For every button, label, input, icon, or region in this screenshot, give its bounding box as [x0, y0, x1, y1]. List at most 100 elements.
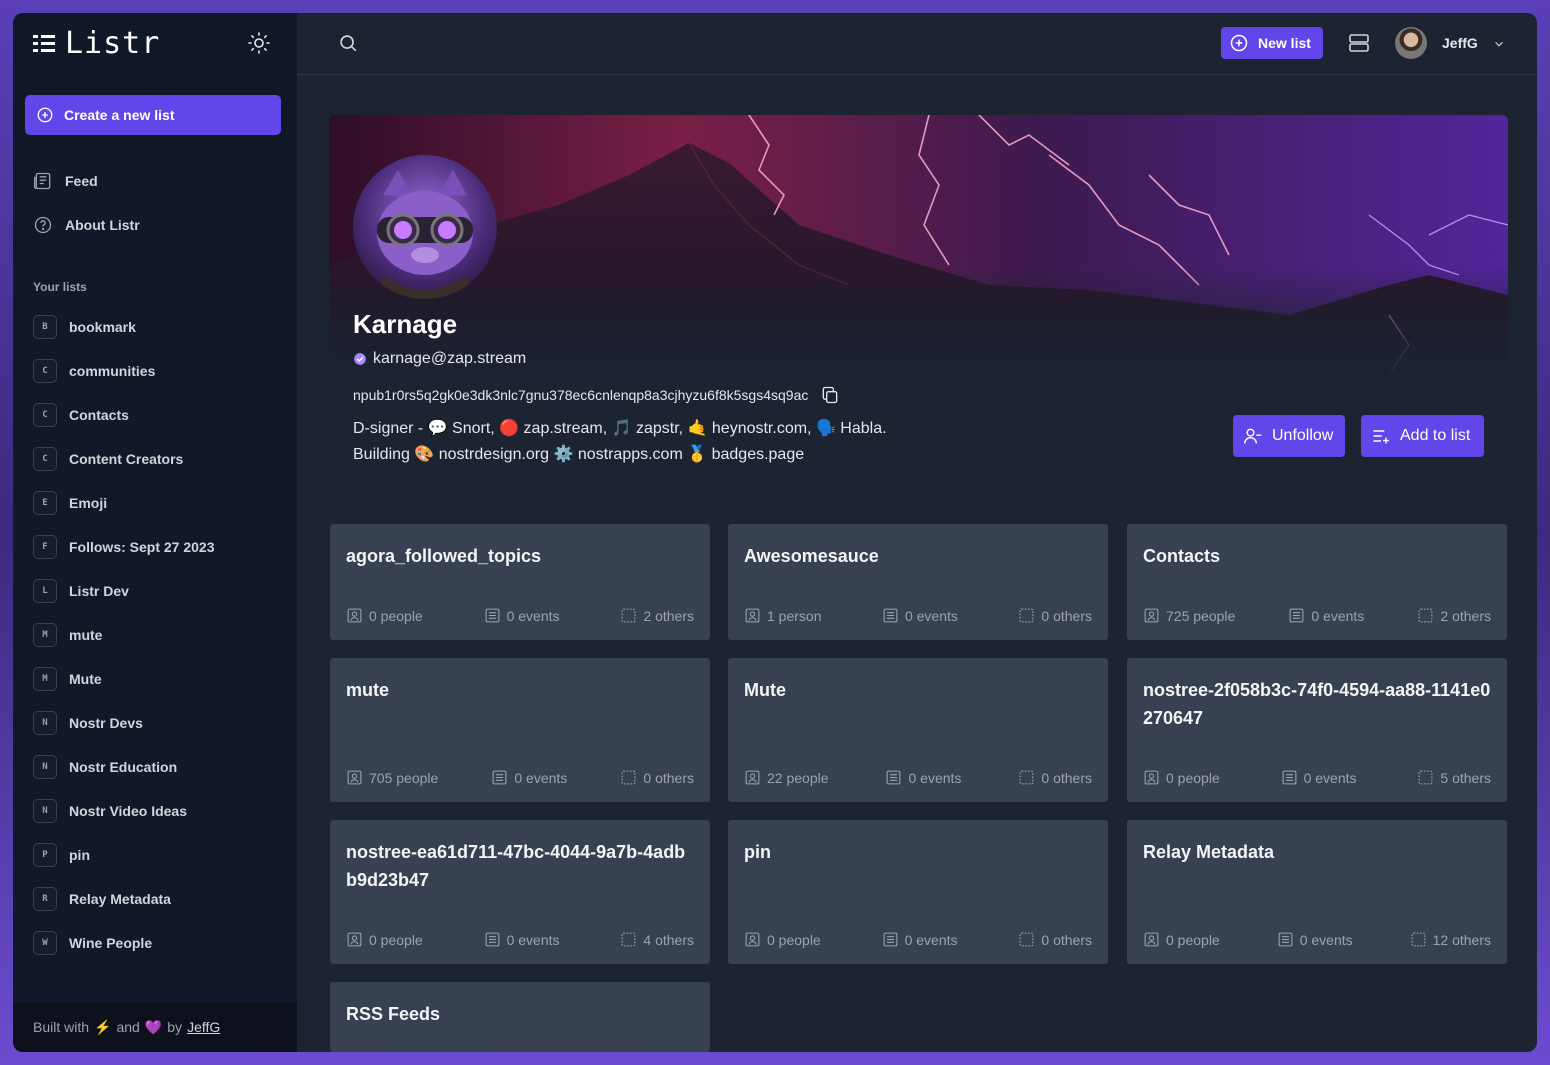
sidebar-list-item[interactable]: Mmute [33, 623, 102, 647]
sidebar-item-label: About Listr [65, 217, 140, 233]
sidebar-list-item[interactable]: C Contacts [33, 403, 129, 427]
unfollow-button[interactable]: Unfollow [1233, 415, 1345, 457]
list-card-stats: 725 people 0 events 2 others [1143, 607, 1491, 624]
sidebar-list-item[interactable]: Ccommunities [33, 359, 155, 383]
list-card-stats: 705 people 0 events 0 others [346, 769, 694, 786]
list-card-title: nostree-ea61d711-47bc-4044-9a7b-4adbb9d2… [346, 842, 686, 890]
others-count-text: 12 others [1432, 931, 1491, 948]
profile-avatar [353, 155, 497, 299]
sidebar-list-item[interactable]: R Relay Metadata [33, 887, 171, 911]
people-icon [346, 769, 363, 786]
events-icon [885, 769, 902, 786]
others-count: 0 others [1018, 931, 1092, 948]
list-initial-badge: R [33, 887, 57, 911]
list-card[interactable]: pin 0 people 0 events 0 others [728, 820, 1108, 964]
search-icon[interactable] [337, 32, 359, 54]
sidebar-list-item[interactable]: M Mute [33, 667, 102, 691]
people-count-text: 0 people [369, 607, 423, 624]
sidebar-list-item[interactable]: W Wine People [33, 931, 152, 955]
list-card-stats: 0 people 0 events 0 others [744, 931, 1092, 948]
list-initial-badge: F [33, 535, 57, 559]
listr-logo[interactable]: Listr [33, 29, 160, 59]
people-icon [1143, 931, 1160, 948]
events-count: 0 events [1277, 931, 1353, 948]
list-card-title: Relay Metadata [1143, 842, 1275, 862]
people-icon [744, 931, 761, 948]
chevron-down-icon[interactable] [1492, 37, 1506, 51]
sidebar-item-about[interactable]: About Listr [33, 215, 140, 235]
list-card-title: mute [346, 680, 390, 700]
new-list-button[interactable]: New list [1221, 27, 1323, 59]
list-initial-badge: N [33, 755, 57, 779]
sidebar-list-item[interactable]: E Emoji [33, 491, 107, 515]
events-icon [484, 607, 501, 624]
sidebar-list-label: Nostr Devs [69, 715, 143, 731]
people-count: 705 people [346, 769, 438, 786]
heart-emoji-icon: 💜 [144, 1018, 163, 1035]
events-icon [1288, 607, 1305, 624]
verified-badge-icon [354, 353, 366, 365]
sidebar-list-item[interactable]: L Listr Dev [33, 579, 129, 603]
list-card[interactable]: Contacts 725 people 0 events 2 others [1127, 524, 1507, 640]
list-card-title: Contacts [1143, 546, 1221, 566]
others-count: 5 others [1417, 769, 1491, 786]
people-count: 0 people [346, 607, 423, 624]
author-link[interactable]: JeffG [187, 1019, 220, 1035]
others-count: 0 others [1018, 607, 1092, 624]
people-count: 725 people [1143, 607, 1235, 624]
sidebar-list-item[interactable]: Ppin [33, 843, 90, 867]
sidebar-list-item[interactable]: F Follows: Sept 27 2023 [33, 535, 215, 559]
people-icon [346, 931, 363, 948]
sidebar-list-label: communities [69, 363, 156, 379]
others-count: 4 others [620, 931, 694, 948]
others-icon [620, 607, 637, 624]
people-count: 0 people [744, 931, 821, 948]
sidebar-item-feed[interactable]: Feed [33, 171, 98, 191]
list-initial-badge: M [33, 667, 57, 691]
people-count-text: 0 people [767, 931, 821, 948]
list-initial-badge: N [33, 799, 57, 823]
events-icon [882, 607, 899, 624]
theme-toggle-icon[interactable] [247, 31, 271, 55]
sidebar-list-item[interactable]: Bbookmark [33, 315, 136, 339]
list-card[interactable]: Mute 22 people 0 events 0 others [728, 658, 1108, 802]
logo-list-icon [33, 34, 55, 54]
people-count-text: 725 people [1166, 607, 1236, 624]
sidebar-list-label: mute [69, 627, 103, 643]
list-initial-badge: C [33, 359, 57, 383]
app-name: Listr [65, 26, 161, 61]
events-count-text: 0 events [1299, 931, 1353, 948]
events-count-text: 0 events [506, 607, 560, 624]
create-new-list-button[interactable]: Create a new list [25, 95, 281, 135]
sidebar-list-item[interactable]: N Nostr Devs [33, 711, 143, 735]
list-card-stats: 0 people 0 events 12 others [1143, 931, 1491, 948]
people-count-text: 22 people [767, 769, 829, 786]
layout-toggle-icon[interactable] [1347, 31, 1371, 55]
events-count-text: 0 events [904, 607, 958, 624]
list-card[interactable]: agora_followed_topics 0 people 0 events 2 o… [330, 524, 710, 640]
new-list-label: New list [1258, 35, 1311, 51]
events-count-text: 0 events [1303, 769, 1357, 786]
list-card[interactable]: nostree-2f058b3c-74f0-4594-aa88-1141e027… [1127, 658, 1507, 802]
events-count: 0 events [491, 769, 567, 786]
sidebar-list-label: bookmark [69, 319, 136, 335]
list-card[interactable]: Awesomesauce 1 person 0 events 0 others [728, 524, 1108, 640]
list-card[interactable]: mute 705 people 0 events 0 others [330, 658, 710, 802]
events-icon [491, 769, 508, 786]
user-name[interactable]: JeffG [1442, 35, 1478, 51]
list-card[interactable]: RSS Feeds [330, 982, 710, 1052]
user-avatar[interactable] [1395, 27, 1427, 59]
list-card[interactable]: nostree-ea61d711-47bc-4044-9a7b-4adbb9d2… [330, 820, 710, 964]
sidebar-list-label: Mute [69, 671, 102, 687]
list-card-stats: 1 person 0 events 0 others [744, 607, 1092, 624]
list-card[interactable]: Relay Metadata 0 people 0 events 12 others [1127, 820, 1507, 964]
copy-icon[interactable] [820, 385, 840, 405]
others-icon [1410, 931, 1427, 948]
user-minus-icon [1243, 428, 1262, 444]
sidebar-list-item[interactable]: N Nostr Education [33, 755, 177, 779]
sidebar-list-item[interactable]: N Nostr Video Ideas [33, 799, 187, 823]
sidebar-list-item[interactable]: C Content Creators [33, 447, 183, 471]
add-to-list-button[interactable]: Add to list [1361, 415, 1484, 457]
events-count-text: 0 events [908, 769, 962, 786]
events-icon [484, 931, 501, 948]
